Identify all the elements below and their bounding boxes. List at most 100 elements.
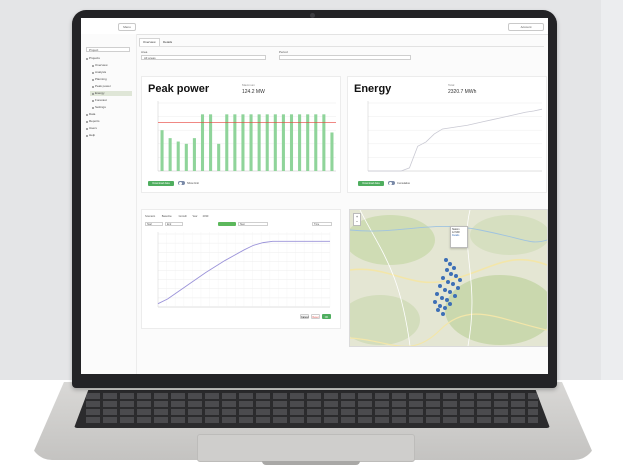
background-wall-right	[601, 0, 623, 380]
sidebar-item-settings[interactable]: Settings	[92, 105, 106, 110]
trackpad	[197, 434, 415, 462]
map-zoom-control[interactable]: + −	[353, 213, 361, 226]
energy-stat-label: Total	[448, 83, 455, 87]
peak-bar	[225, 114, 229, 171]
area-select[interactable]: All areas	[141, 55, 266, 60]
ok-button[interactable]: OK	[322, 314, 331, 319]
tab-overview[interactable]: Overview	[139, 38, 160, 46]
nav-bullet-icon	[86, 127, 88, 130]
nav-bullet-icon	[86, 57, 88, 60]
energy-series-line	[368, 108, 543, 172]
start-field[interactable]: Start	[145, 222, 163, 226]
peak-bar	[249, 114, 253, 171]
scenario-control-2[interactable]: Growth	[179, 215, 187, 218]
key-row	[86, 401, 538, 407]
sidebar: Project Projects Overview Analysis Planning…	[81, 34, 137, 374]
sidebar-item-label: Reports	[89, 119, 100, 123]
sidebar-item-forecast[interactable]: Forecast	[92, 98, 107, 103]
sidebar-item-energy[interactable]: Energy	[90, 91, 132, 96]
key-row	[86, 393, 538, 399]
sidebar-item-label: Forecast	[95, 98, 107, 102]
period-select[interactable]	[279, 55, 411, 60]
download-energy-button[interactable]: Download data	[358, 181, 384, 186]
laptop-lip	[262, 461, 360, 465]
sidebar-item-label: Settings	[95, 105, 106, 109]
peak-bar	[289, 114, 294, 171]
user-menu-button[interactable]: Account	[508, 23, 544, 31]
scenario-control-1[interactable]: Baseline	[162, 215, 172, 218]
scenario-control-0[interactable]: Scenario	[145, 215, 155, 218]
map-popup: Station 12 MW Details	[450, 226, 468, 248]
filter-bar: Area All areas Period	[139, 46, 544, 65]
energy-chart	[367, 101, 543, 172]
peak-bar	[176, 141, 180, 171]
sidebar-item-peak-power[interactable]: Peak power	[92, 84, 111, 89]
step-slider[interactable]	[218, 222, 236, 226]
peak-bar	[160, 130, 164, 171]
nav-bullet-icon	[86, 120, 88, 123]
sidebar-item-help[interactable]: Help	[86, 133, 95, 138]
sidebar-item-projects[interactable]: Projects	[86, 56, 100, 61]
nav-bullet-icon	[86, 134, 88, 137]
peak-bar	[192, 138, 196, 171]
sidebar-item-label: Peak power	[95, 84, 111, 88]
peak-power-chart	[157, 101, 336, 172]
scenario-control-3[interactable]: Year	[192, 215, 197, 218]
zoom-out-button[interactable]: −	[354, 219, 360, 224]
peak-bar	[273, 114, 277, 171]
peak-bar	[217, 143, 221, 171]
peak-bar	[200, 114, 205, 171]
laptop-keyboard	[74, 390, 550, 428]
sidebar-item-label: Help	[89, 133, 96, 137]
download-peak-button[interactable]: Download data	[148, 181, 174, 186]
energy-stat-value: 2320.7 MWh	[448, 89, 477, 95]
nav-bullet-icon	[92, 106, 94, 109]
cumulative-toggle[interactable]	[388, 181, 395, 185]
peak-bar	[322, 114, 326, 171]
peak-stat-label: Maximum	[242, 83, 256, 87]
peak-power-card: Peak power Maximum 124.2 MW Download dat…	[141, 76, 341, 193]
sidebar-item-overview[interactable]: Overview	[92, 63, 108, 68]
peak-bar	[241, 114, 245, 171]
peak-bar	[330, 132, 334, 171]
step-field[interactable]: Step	[238, 222, 268, 226]
sidebar-item-label: Energy	[95, 91, 105, 95]
sidebar-item-planning[interactable]: Planning	[92, 77, 107, 82]
peak-bar	[314, 114, 318, 171]
popup-link[interactable]: Details	[452, 234, 466, 237]
nav-bullet-icon	[92, 85, 94, 88]
limit-toggle[interactable]	[178, 181, 185, 185]
cancel-button[interactable]: Cancel	[300, 314, 309, 319]
menu-button[interactable]: Menu	[118, 23, 136, 31]
nav-bullet-icon	[92, 92, 94, 95]
sidebar-item-data[interactable]: Data	[86, 112, 95, 117]
peak-bar	[257, 114, 261, 171]
energy-title: Energy	[354, 83, 392, 95]
end-field[interactable]: End	[165, 222, 183, 226]
sidebar-item-label: Planning	[95, 77, 107, 81]
peak-bar	[281, 114, 285, 171]
project-select[interactable]: Project	[86, 47, 130, 52]
type-field[interactable]: Type	[312, 222, 332, 226]
nav-bullet-icon	[86, 113, 88, 116]
nav-bullet-icon	[92, 99, 94, 102]
peak-power-title: Peak power	[148, 83, 210, 95]
scenario-chart	[157, 232, 331, 308]
reset-button[interactable]: Reset	[311, 314, 320, 319]
area-label: Area	[141, 50, 148, 54]
sidebar-item-reports[interactable]: Reports	[86, 119, 100, 124]
peak-stat-value: 124.2 MW	[242, 89, 265, 95]
tab-details[interactable]: Details	[159, 38, 176, 46]
map-view[interactable]: + − Station 12 MW Details	[349, 209, 548, 347]
sidebar-item-users[interactable]: Users	[86, 126, 97, 131]
scenario-panel: Scenario Baseline Growth Year 2030 Start End…	[141, 209, 341, 329]
peak-bar	[233, 114, 237, 171]
peak-bar	[265, 114, 269, 171]
sidebar-item-analysis[interactable]: Analysis	[92, 70, 106, 75]
peak-bar	[168, 138, 172, 171]
peak-bar	[298, 114, 302, 171]
scenario-control-4[interactable]: 2030	[203, 215, 209, 218]
sidebar-item-label: Users	[89, 126, 97, 130]
sidebar-item-label: Projects	[89, 56, 100, 60]
nav-bullet-icon	[92, 64, 94, 67]
